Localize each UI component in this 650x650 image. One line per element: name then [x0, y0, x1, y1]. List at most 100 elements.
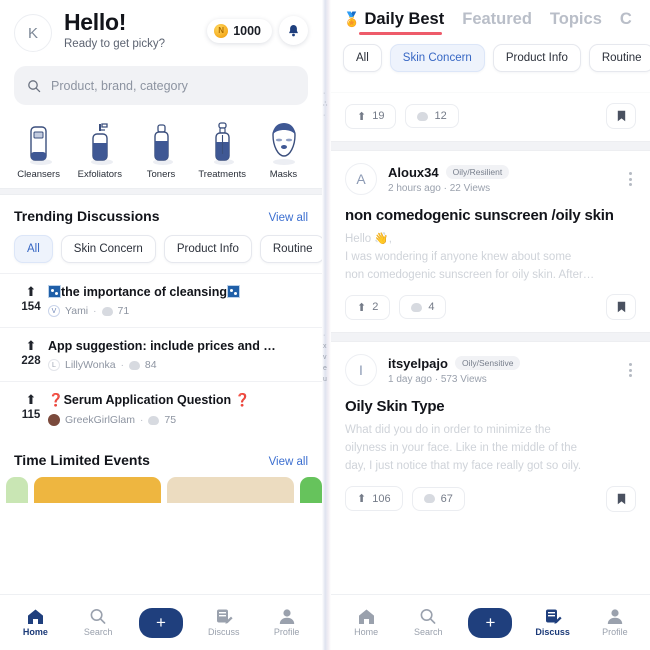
- chip-routine[interactable]: Routine: [588, 44, 650, 72]
- discuss-icon: [216, 609, 233, 624]
- arrow-up-icon: ⬆: [25, 338, 37, 353]
- tab-featured[interactable]: Featured: [462, 10, 532, 36]
- table-row[interactable]: ⬆ 115 ❓Serum Application Question ❓ Gree…: [0, 381, 322, 436]
- comment-icon: [148, 415, 160, 425]
- search-input[interactable]: Product, brand, category: [14, 66, 308, 105]
- comment-count: 71: [117, 305, 130, 317]
- background-panel-sliver: · ∴ · · x v e u: [322, 0, 331, 650]
- section-title: Time Limited Events: [14, 452, 150, 468]
- tab-clipped[interactable]: C: [620, 10, 632, 36]
- comment-count: 12: [434, 110, 447, 122]
- table-row[interactable]: ⬆ 228 App suggestion: include prices and…: [0, 327, 322, 381]
- nav-label: Home: [22, 627, 48, 637]
- nav-label: Home: [354, 627, 379, 637]
- status-badge: Oily/Sensitive: [454, 356, 521, 371]
- nav-label: Discuss: [535, 627, 570, 637]
- bookmark-button[interactable]: [606, 103, 636, 129]
- discussion-title: ❓Serum Application Question ❓: [48, 393, 251, 407]
- event-card-next[interactable]: [300, 477, 322, 503]
- chip-all[interactable]: All: [343, 44, 382, 72]
- meta-separator: ·: [120, 359, 124, 371]
- nav-item-home[interactable]: Home: [6, 608, 64, 637]
- bookmark-button[interactable]: [606, 485, 636, 512]
- upvote-count: 2: [372, 301, 379, 314]
- avatar[interactable]: I: [345, 354, 377, 387]
- comment-button[interactable]: 4: [399, 295, 447, 320]
- chip-product-info[interactable]: Product Info: [492, 44, 581, 72]
- nav-item-home[interactable]: Home: [337, 608, 395, 637]
- nav-item-search[interactable]: Search: [399, 608, 457, 637]
- kebab-menu-icon[interactable]: [625, 359, 636, 381]
- list-item[interactable]: A Aloux34 Oily/Resilient 2 hours ago · 2…: [331, 151, 650, 332]
- meta-separator: ·: [93, 305, 97, 317]
- coin-icon: N: [214, 23, 229, 38]
- category-toners[interactable]: Toners: [130, 119, 191, 180]
- bookmark-button[interactable]: [606, 294, 636, 321]
- nav-item-discuss[interactable]: Discuss: [524, 608, 582, 637]
- upvote-button[interactable]: ⬆ 2: [345, 294, 391, 320]
- plus-icon[interactable]: +: [468, 607, 513, 638]
- view-all-link[interactable]: View all: [269, 212, 308, 224]
- avatar[interactable]: A: [345, 163, 377, 195]
- tab-topics[interactable]: Topics: [550, 10, 602, 36]
- upvote-button[interactable]: ⬆ 106: [345, 486, 403, 512]
- event-card[interactable]: [167, 477, 294, 503]
- nav-item-search[interactable]: Search: [69, 608, 127, 637]
- avatar-initial: K: [27, 24, 38, 42]
- comment-button[interactable]: 67: [411, 486, 465, 511]
- upvote-button[interactable]: ⬆ 19: [345, 103, 397, 129]
- comment-icon: [101, 306, 113, 316]
- chip-product-info[interactable]: Product Info: [163, 235, 252, 263]
- comment-count: 4: [428, 301, 435, 314]
- chip-skin-concern[interactable]: Skin Concern: [389, 44, 485, 72]
- avatar[interactable]: K: [14, 14, 52, 52]
- tab-daily-best[interactable]: 🏅 Daily Best: [343, 10, 444, 36]
- wave-emoji-icon: 👋: [374, 233, 389, 245]
- nav-item-profile[interactable]: Profile: [258, 608, 316, 637]
- comment-count: 75: [164, 414, 177, 426]
- plus-icon[interactable]: +: [138, 607, 183, 638]
- nav-item-discuss[interactable]: Discuss: [195, 608, 253, 637]
- search-icon: [28, 79, 41, 92]
- chip-skin-concern[interactable]: Skin Concern: [60, 235, 156, 263]
- category-masks[interactable]: Masks: [253, 119, 314, 180]
- category-cleansers[interactable]: Cleansers: [8, 119, 69, 180]
- home-icon: [358, 609, 374, 624]
- post-actions: ⬆ 2 4: [345, 284, 636, 332]
- post-meta: 1 day ago · 573 Views: [388, 373, 487, 385]
- medal-icon: 🏅: [343, 11, 361, 27]
- discuss-icon: [545, 609, 562, 624]
- post-header: A Aloux34 Oily/Resilient 2 hours ago · 2…: [345, 163, 636, 195]
- nav-item-profile[interactable]: Profile: [586, 608, 644, 637]
- nav-item-create[interactable]: +: [461, 607, 519, 638]
- chip-routine[interactable]: Routine: [259, 235, 322, 263]
- bookmark-icon: [617, 110, 625, 122]
- upvote-control[interactable]: ⬆ 115: [14, 393, 48, 426]
- chip-all[interactable]: All: [14, 235, 53, 263]
- author-avatar: [48, 414, 60, 426]
- view-all-link[interactable]: View all: [269, 456, 308, 468]
- table-row[interactable]: ⬆ 154 the importance of cleansing V Yami…: [0, 273, 322, 327]
- nav-label: Discuss: [208, 627, 240, 637]
- nav-item-create[interactable]: +: [132, 607, 190, 638]
- bottom-navigation: Home Search + Discuss Profile: [0, 594, 322, 650]
- event-card[interactable]: [34, 477, 161, 503]
- kebab-menu-icon[interactable]: [625, 168, 636, 190]
- category-treatments[interactable]: Treatments: [192, 119, 253, 180]
- coin-balance-value: 1000: [233, 23, 261, 38]
- upvote-control[interactable]: ⬆ 154: [14, 285, 48, 317]
- author-name[interactable]: Aloux34: [388, 165, 439, 180]
- pump-bottle-icon: [85, 119, 115, 167]
- upvote-count: 19: [372, 110, 385, 122]
- coin-balance-pill[interactable]: N 1000: [207, 18, 272, 43]
- category-exfoliators[interactable]: Exfoliators: [69, 119, 130, 180]
- author-name[interactable]: itsyelpajo: [388, 356, 448, 371]
- right-phone-panel: 🏅 Daily Best Featured Topics C All Skin …: [331, 0, 650, 650]
- comment-button[interactable]: 12: [405, 104, 459, 128]
- notification-bell-button[interactable]: [279, 16, 308, 45]
- event-card-prev[interactable]: [6, 477, 28, 503]
- discussion-title: App suggestion: include prices and …: [48, 339, 276, 353]
- upvote-control[interactable]: ⬆ 228: [14, 339, 48, 371]
- clipped-post-text: [331, 83, 650, 93]
- list-item[interactable]: I itsyelpajo Oily/Sensitive 1 day ago · …: [331, 342, 650, 523]
